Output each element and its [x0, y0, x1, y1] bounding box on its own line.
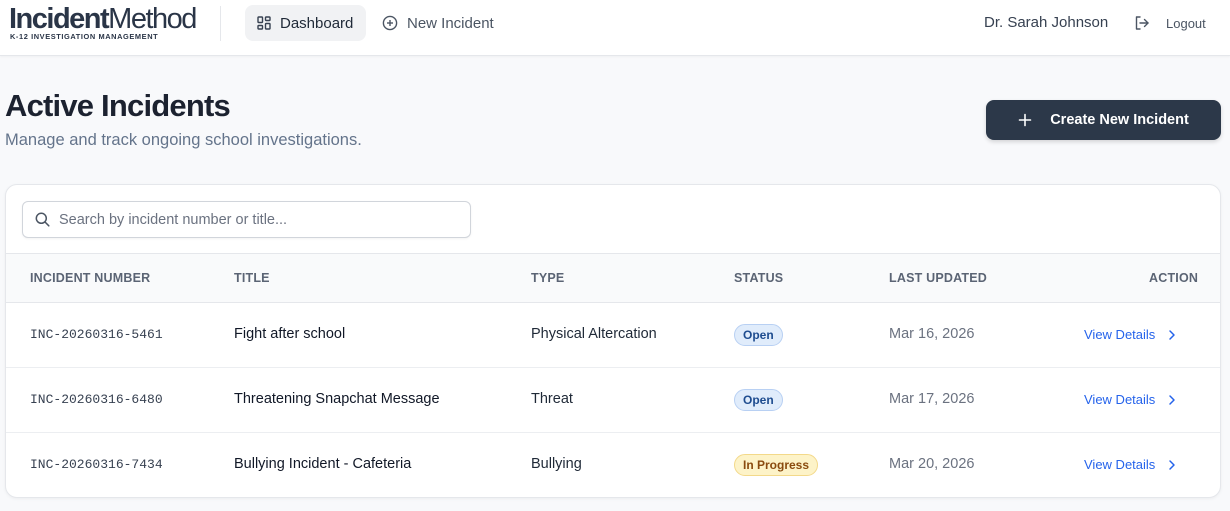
col-type: TYPE: [531, 271, 565, 285]
incident-type: Bullying: [531, 456, 582, 472]
col-incident-number: INCIDENT NUMBER: [30, 271, 151, 285]
incident-type: Threat: [531, 391, 573, 407]
status-badge: In Progress: [734, 454, 819, 476]
chevron-right-icon: [1169, 394, 1176, 405]
logo-tagline: K-12 INVESTIGATION MANAGEMENT: [10, 32, 159, 41]
incident-title: Threatening Snapchat Message: [234, 391, 440, 407]
col-title: TITLE: [234, 271, 270, 285]
chevron-right-icon: [1169, 329, 1176, 340]
plus-icon: [1018, 113, 1032, 127]
nav-new-incident-label: New Incident: [407, 14, 494, 32]
nav-dashboard[interactable]: Dashboard: [245, 5, 366, 41]
col-action: ACTION: [1149, 271, 1199, 285]
view-details-link[interactable]: View Details: [1084, 457, 1176, 472]
incident-number: INC-20260316-5461: [30, 327, 163, 342]
incident-type: Physical Altercation: [531, 326, 657, 342]
top-navbar: IncidentMethod K-12 INVESTIGATION MANAGE…: [0, 0, 1230, 56]
status-badge: Open: [734, 324, 783, 346]
logout-button[interactable]: Logout: [1134, 12, 1206, 34]
table-row[interactable]: INC-20260316-5461 Fight after school Phy…: [6, 303, 1220, 368]
table-header: INCIDENT NUMBER TITLE TYPE STATUS LAST U…: [6, 253, 1220, 303]
incidents-card: INCIDENT NUMBER TITLE TYPE STATUS LAST U…: [5, 184, 1221, 498]
search-box[interactable]: [22, 201, 471, 238]
plus-circle-icon: [382, 15, 398, 31]
last-updated: Mar 17, 2026: [889, 391, 975, 407]
incident-number: INC-20260316-6480: [30, 392, 163, 407]
col-status: STATUS: [734, 271, 784, 285]
incident-number: INC-20260316-7434: [30, 457, 163, 472]
logo-word-regular: Method: [108, 3, 197, 35]
create-button-label: Create New Incident: [1050, 112, 1189, 128]
user-name: Dr. Sarah Johnson: [984, 14, 1109, 31]
view-details-label: View Details: [1084, 392, 1156, 407]
search-icon: [35, 212, 50, 227]
incident-title: Fight after school: [234, 326, 346, 342]
incidentmethod-logo[interactable]: IncidentMethod K-12 INVESTIGATION MANAGE…: [9, 2, 209, 44]
page-subtitle: Manage and track ongoing school investig…: [5, 131, 362, 149]
col-last-updated: LAST UPDATED: [889, 271, 987, 285]
page-title: Active Incidents: [5, 88, 231, 123]
last-updated: Mar 16, 2026: [889, 326, 975, 342]
dashboard-grid-icon: [257, 16, 271, 30]
logout-icon: [1135, 16, 1149, 30]
create-new-incident-button[interactable]: Create New Incident: [986, 100, 1221, 140]
nav-new-incident[interactable]: New Incident: [370, 5, 506, 41]
status-badge: Open: [734, 389, 783, 411]
view-details-link[interactable]: View Details: [1084, 392, 1176, 407]
view-details-label: View Details: [1084, 457, 1156, 472]
nav-dashboard-label: Dashboard: [280, 14, 354, 32]
view-details-label: View Details: [1084, 327, 1156, 342]
search-input[interactable]: [59, 202, 459, 237]
last-updated: Mar 20, 2026: [889, 456, 975, 472]
view-details-link[interactable]: View Details: [1084, 327, 1176, 342]
chevron-right-icon: [1169, 459, 1176, 470]
table-row[interactable]: INC-20260316-7434 Bullying Incident - Ca…: [6, 433, 1220, 497]
table-row[interactable]: INC-20260316-6480 Threatening Snapchat M…: [6, 368, 1220, 433]
incident-title: Bullying Incident - Cafeteria: [234, 456, 412, 472]
logo-word-bold: Incident: [9, 3, 110, 35]
header-divider: [220, 6, 221, 41]
logout-label: Logout: [1166, 15, 1206, 31]
